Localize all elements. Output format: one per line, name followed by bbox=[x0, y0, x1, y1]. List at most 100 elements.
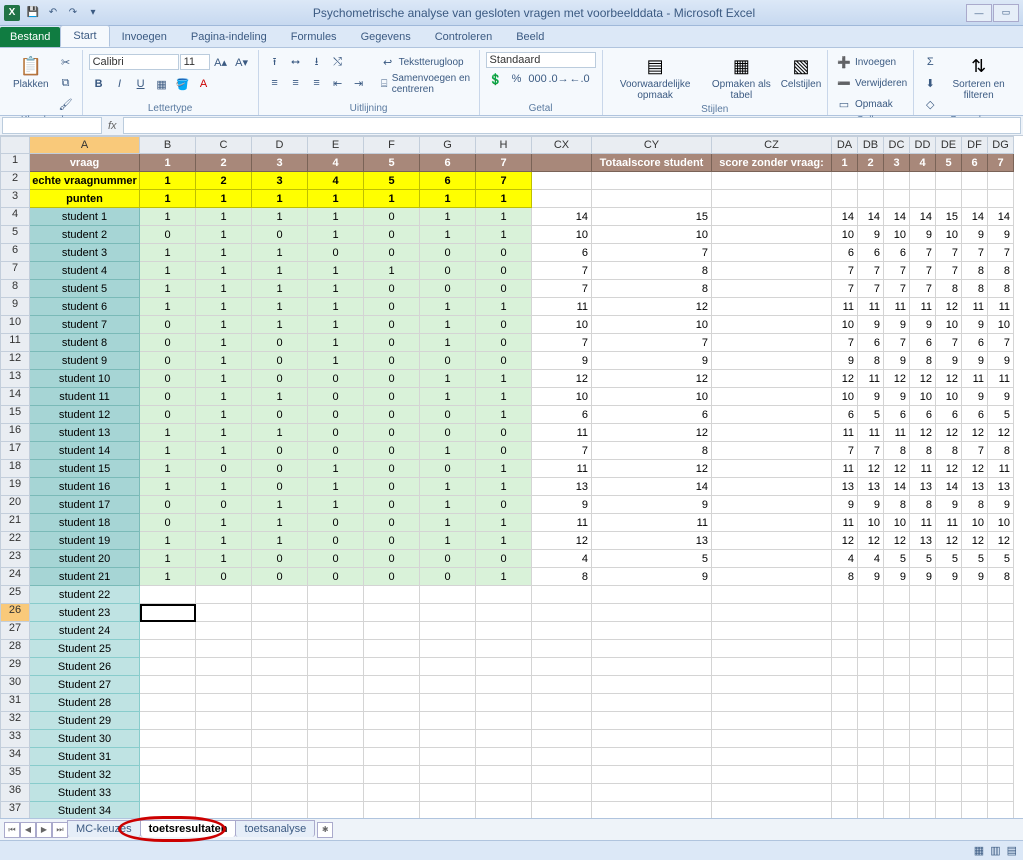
cell[interactable] bbox=[532, 586, 592, 604]
cell[interactable]: 7 bbox=[988, 334, 1014, 352]
row-header[interactable]: 14 bbox=[0, 388, 30, 406]
row-header[interactable]: 16 bbox=[0, 424, 30, 442]
tab-file[interactable]: Bestand bbox=[0, 27, 60, 47]
cell[interactable]: 5 bbox=[364, 154, 420, 172]
cell[interactable]: student 4 bbox=[30, 262, 140, 280]
cell[interactable] bbox=[364, 712, 420, 730]
cell[interactable]: 10 bbox=[858, 514, 884, 532]
format-painter-icon[interactable]: 🖌 bbox=[56, 94, 76, 114]
conditional-formatting-button[interactable]: ▤Voorwaardelijke opmaak bbox=[609, 52, 702, 103]
cell[interactable] bbox=[308, 730, 364, 748]
cell[interactable]: 10 bbox=[832, 388, 858, 406]
row-header[interactable]: 29 bbox=[0, 658, 30, 676]
tab-start[interactable]: Start bbox=[60, 25, 109, 47]
cell[interactable] bbox=[252, 730, 308, 748]
column-header-CY[interactable]: CY bbox=[592, 136, 712, 154]
cell[interactable]: 2 bbox=[196, 154, 252, 172]
cell[interactable]: 0 bbox=[476, 262, 532, 280]
cell[interactable]: 9 bbox=[962, 568, 988, 586]
cell[interactable]: 12 bbox=[832, 370, 858, 388]
cell[interactable] bbox=[476, 604, 532, 622]
cell[interactable] bbox=[532, 676, 592, 694]
cell[interactable] bbox=[592, 784, 712, 802]
cell[interactable] bbox=[196, 766, 252, 784]
cell[interactable] bbox=[910, 658, 936, 676]
row-header[interactable]: 26 bbox=[0, 604, 30, 622]
row-header[interactable]: 3 bbox=[0, 190, 30, 208]
cell[interactable] bbox=[712, 712, 832, 730]
dec-decimal-icon[interactable]: ←.0 bbox=[570, 69, 590, 89]
cell[interactable]: 7 bbox=[988, 154, 1014, 172]
cell[interactable]: 1 bbox=[308, 226, 364, 244]
cell[interactable] bbox=[364, 676, 420, 694]
cell[interactable]: 0 bbox=[140, 226, 196, 244]
row-header[interactable]: 11 bbox=[0, 334, 30, 352]
cell[interactable] bbox=[196, 676, 252, 694]
cell[interactable] bbox=[476, 676, 532, 694]
cell[interactable] bbox=[712, 622, 832, 640]
cell[interactable] bbox=[832, 730, 858, 748]
cell[interactable]: 6 bbox=[858, 334, 884, 352]
cell[interactable]: 6 bbox=[962, 406, 988, 424]
cell[interactable]: 9 bbox=[592, 568, 712, 586]
cell[interactable]: 12 bbox=[592, 460, 712, 478]
cell[interactable] bbox=[910, 802, 936, 818]
cell[interactable] bbox=[858, 640, 884, 658]
cell[interactable]: student 15 bbox=[30, 460, 140, 478]
cell[interactable]: 15 bbox=[592, 208, 712, 226]
cell[interactable]: 0 bbox=[252, 226, 308, 244]
cell[interactable]: 11 bbox=[936, 514, 962, 532]
cell[interactable]: 12 bbox=[532, 532, 592, 550]
cell[interactable] bbox=[832, 676, 858, 694]
cell[interactable]: 6 bbox=[858, 244, 884, 262]
cell[interactable]: 12 bbox=[884, 460, 910, 478]
cell[interactable]: 7 bbox=[936, 244, 962, 262]
cell[interactable]: 6 bbox=[592, 406, 712, 424]
cell[interactable] bbox=[712, 352, 832, 370]
cell[interactable] bbox=[832, 586, 858, 604]
cell[interactable] bbox=[936, 622, 962, 640]
cell[interactable]: 1 bbox=[476, 532, 532, 550]
cell[interactable]: 8 bbox=[884, 442, 910, 460]
cell[interactable] bbox=[832, 694, 858, 712]
cell[interactable]: 11 bbox=[988, 370, 1014, 388]
cell[interactable]: 5 bbox=[962, 550, 988, 568]
cell[interactable]: 1 bbox=[420, 532, 476, 550]
cell[interactable]: 9 bbox=[962, 388, 988, 406]
cell[interactable] bbox=[712, 262, 832, 280]
cell[interactable] bbox=[832, 622, 858, 640]
cell[interactable] bbox=[962, 730, 988, 748]
cell[interactable] bbox=[712, 424, 832, 442]
cell[interactable]: 11 bbox=[910, 298, 936, 316]
cell[interactable]: 0 bbox=[420, 244, 476, 262]
cell[interactable]: 11 bbox=[532, 460, 592, 478]
cell[interactable]: Student 30 bbox=[30, 730, 140, 748]
cell[interactable]: student 19 bbox=[30, 532, 140, 550]
cell[interactable]: 1 bbox=[196, 550, 252, 568]
cell[interactable] bbox=[252, 694, 308, 712]
cell[interactable] bbox=[420, 622, 476, 640]
clear-icon[interactable]: ◇ bbox=[920, 94, 940, 114]
cell[interactable]: 1 bbox=[476, 298, 532, 316]
cell[interactable]: 9 bbox=[858, 496, 884, 514]
cell[interactable]: student 16 bbox=[30, 478, 140, 496]
column-header-B[interactable]: B bbox=[140, 136, 196, 154]
cell[interactable]: 0 bbox=[476, 334, 532, 352]
cell[interactable] bbox=[532, 190, 592, 208]
cell[interactable]: 0 bbox=[308, 388, 364, 406]
cell[interactable] bbox=[420, 730, 476, 748]
cell[interactable] bbox=[364, 658, 420, 676]
spreadsheet-grid[interactable]: ABCDEFGHCXCYCZDADBDCDDDEDFDG 1vraag12345… bbox=[0, 136, 1023, 818]
cell[interactable]: 0 bbox=[308, 514, 364, 532]
row-header[interactable]: 6 bbox=[0, 244, 30, 262]
cell[interactable]: 1 bbox=[476, 514, 532, 532]
cell[interactable]: 0 bbox=[476, 244, 532, 262]
cell[interactable]: 1 bbox=[196, 208, 252, 226]
cell[interactable]: 7 bbox=[532, 442, 592, 460]
cell[interactable]: 12 bbox=[592, 370, 712, 388]
cell[interactable] bbox=[140, 694, 196, 712]
cell[interactable]: 0 bbox=[476, 550, 532, 568]
cell[interactable]: 1 bbox=[140, 262, 196, 280]
cell[interactable]: 0 bbox=[252, 568, 308, 586]
cell[interactable]: 10 bbox=[936, 316, 962, 334]
